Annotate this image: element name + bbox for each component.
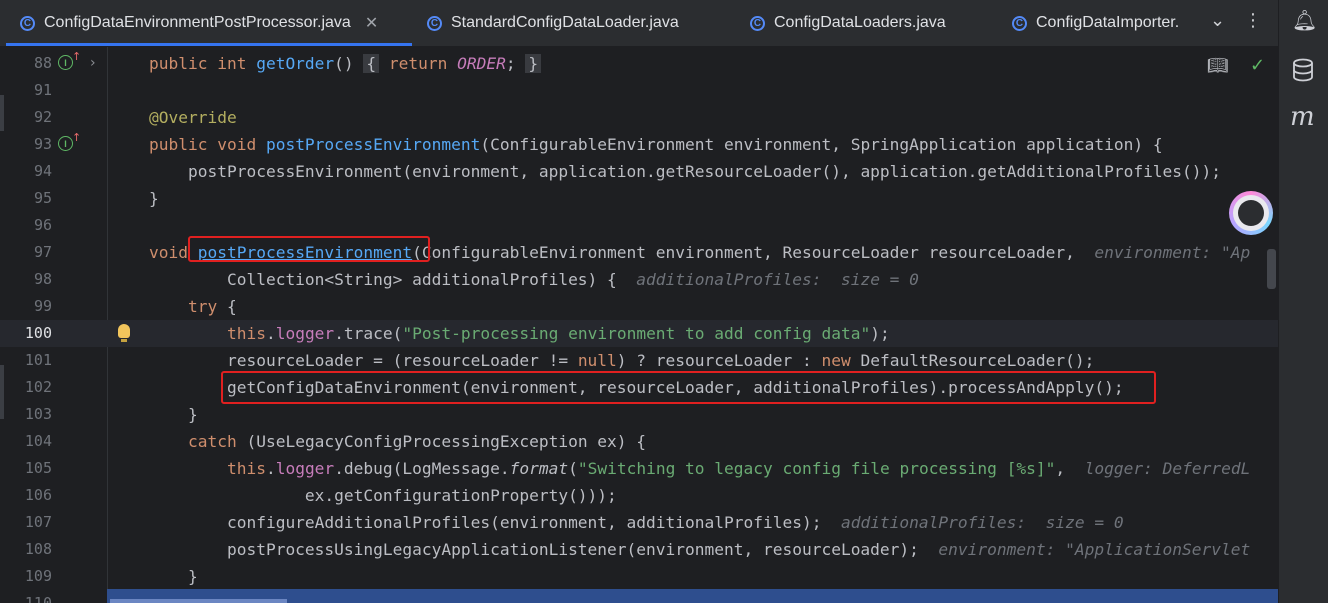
line-number: 106 xyxy=(24,486,52,504)
implements-method-icon[interactable]: I xyxy=(58,136,73,151)
java-class-icon: C xyxy=(427,15,442,31)
inline-debug-value: logger: DeferredL xyxy=(1084,459,1251,478)
code-line-103[interactable]: 103 } xyxy=(0,401,1278,428)
highlight-box-method-name xyxy=(188,236,430,262)
highlight-box-process-and-apply xyxy=(221,371,1156,404)
code-line-96[interactable]: 96 xyxy=(0,212,1278,239)
line-number: 88 xyxy=(33,54,52,72)
tab-config-data-importer[interactable]: C ConfigDataImporter. xyxy=(1012,0,1194,46)
line-number: 108 xyxy=(24,540,52,558)
inline-debug-value: environment: "ApplicationServlet xyxy=(938,540,1251,559)
line-number: 105 xyxy=(24,459,52,477)
code-line-88[interactable]: 88 I ↑ › public int getOrder() { return … xyxy=(0,50,1278,77)
line-number: 109 xyxy=(24,567,52,585)
vertical-scrollbar[interactable] xyxy=(1267,249,1276,289)
tab-label: ConfigDataEnvironmentPostProcessor.java xyxy=(44,14,351,31)
tab-standard-config-data-loader[interactable]: C StandardConfigDataLoader.java xyxy=(427,0,679,46)
code-editor[interactable]: 88 I ↑ › public int getOrder() { return … xyxy=(0,47,1278,603)
code-line-101[interactable]: 101 resourceLoader = (resourceLoader != … xyxy=(0,347,1278,374)
code-line-109[interactable]: 109 } xyxy=(0,563,1278,590)
tab-label: StandardConfigDataLoader.java xyxy=(451,14,679,31)
line-number: 102 xyxy=(24,378,52,396)
code-line-107[interactable]: 107 configureAdditionalProfiles(environm… xyxy=(0,509,1278,536)
line-number: 94 xyxy=(33,162,52,180)
code-line-91[interactable]: 91 xyxy=(0,77,1278,104)
database-icon[interactable] xyxy=(1292,58,1314,82)
lightbulb-icon[interactable] xyxy=(118,324,130,342)
java-class-icon: C xyxy=(1012,15,1027,31)
right-tool-window-strip: 🔔︎ m xyxy=(1278,0,1328,603)
inline-debug-value: additionalProfiles: size = 0 xyxy=(636,270,919,289)
tab-config-data-environment-post-processor[interactable]: C ConfigDataEnvironmentPostProcessor.jav… xyxy=(20,0,378,46)
editor-tab-bar: C ConfigDataEnvironmentPostProcessor.jav… xyxy=(0,0,1278,47)
inline-debug-value: additionalProfiles: size = 0 xyxy=(840,513,1124,532)
tab-label: ConfigDataLoaders.java xyxy=(774,14,946,31)
tab-label: ConfigDataImporter. xyxy=(1036,14,1180,31)
java-class-icon: C xyxy=(20,15,35,31)
code-line-105[interactable]: 105 this.logger.debug(LogMessage.format(… xyxy=(0,455,1278,482)
code-line-94[interactable]: 94 postProcessEnvironment(environment, a… xyxy=(0,158,1278,185)
folded-code-brace[interactable]: { xyxy=(363,54,380,73)
vertical-dots-icon[interactable]: ⋮ xyxy=(1244,10,1262,31)
line-number: 99 xyxy=(33,297,52,315)
java-class-icon: C xyxy=(750,15,765,31)
line-number: 93 xyxy=(33,135,52,153)
line-number: 95 xyxy=(33,189,52,207)
code-line-104[interactable]: 104 catch (UseLegacyConfigProcessingExce… xyxy=(0,428,1278,455)
line-number: 100 xyxy=(24,324,52,342)
active-tab-indicator xyxy=(6,43,412,46)
code-line-99[interactable]: 99 try { xyxy=(0,293,1278,320)
folded-code-brace[interactable]: } xyxy=(525,54,542,73)
check-icon[interactable]: ✓ xyxy=(1250,55,1265,76)
notifications-icon[interactable]: 🔔︎ xyxy=(1292,8,1317,32)
line-number: 107 xyxy=(24,513,52,531)
tab-config-data-loaders[interactable]: C ConfigDataLoaders.java xyxy=(750,0,946,46)
ai-assistant-icon[interactable] xyxy=(1229,191,1273,235)
code-line-92[interactable]: 92 @Override xyxy=(0,104,1278,131)
close-icon[interactable]: ✕ xyxy=(365,13,378,33)
line-number: 98 xyxy=(33,270,52,288)
code-line-93[interactable]: 93 I ↑ public void postProcessEnvironmen… xyxy=(0,131,1278,158)
code-line-95[interactable]: 95 } xyxy=(0,185,1278,212)
arrow-up-icon: ↑ xyxy=(72,131,82,144)
code-line-100-current[interactable]: 100 this.logger.trace("Post-processing e… xyxy=(0,320,1278,347)
code-line-106[interactable]: 106 ex.getConfigurationProperty())); xyxy=(0,482,1278,509)
book-icon[interactable]: 📖︎ xyxy=(1207,56,1229,76)
line-number: 103 xyxy=(24,405,52,423)
line-number: 101 xyxy=(24,351,52,369)
line-number: 91 xyxy=(33,81,52,99)
implements-method-icon[interactable]: I xyxy=(58,55,73,70)
line-number: 97 xyxy=(33,243,52,261)
line-number: 96 xyxy=(33,216,52,234)
code-line-98[interactable]: 98 Collection<String> additionalProfiles… xyxy=(0,266,1278,293)
chevron-down-icon[interactable]: ⌄ xyxy=(1210,10,1225,31)
maven-icon[interactable]: m xyxy=(1290,102,1315,132)
arrow-up-icon: ↑ xyxy=(72,50,82,63)
inline-debug-value: environment: "Ap xyxy=(1094,243,1251,262)
chevron-right-icon[interactable]: › xyxy=(90,50,96,77)
line-number: 104 xyxy=(24,432,52,450)
code-line-108[interactable]: 108 postProcessUsingLegacyApplicationLis… xyxy=(0,536,1278,563)
horizontal-scrollbar-thumb[interactable] xyxy=(110,599,287,603)
line-number: 92 xyxy=(33,108,52,126)
line-number: 110 xyxy=(24,594,52,603)
